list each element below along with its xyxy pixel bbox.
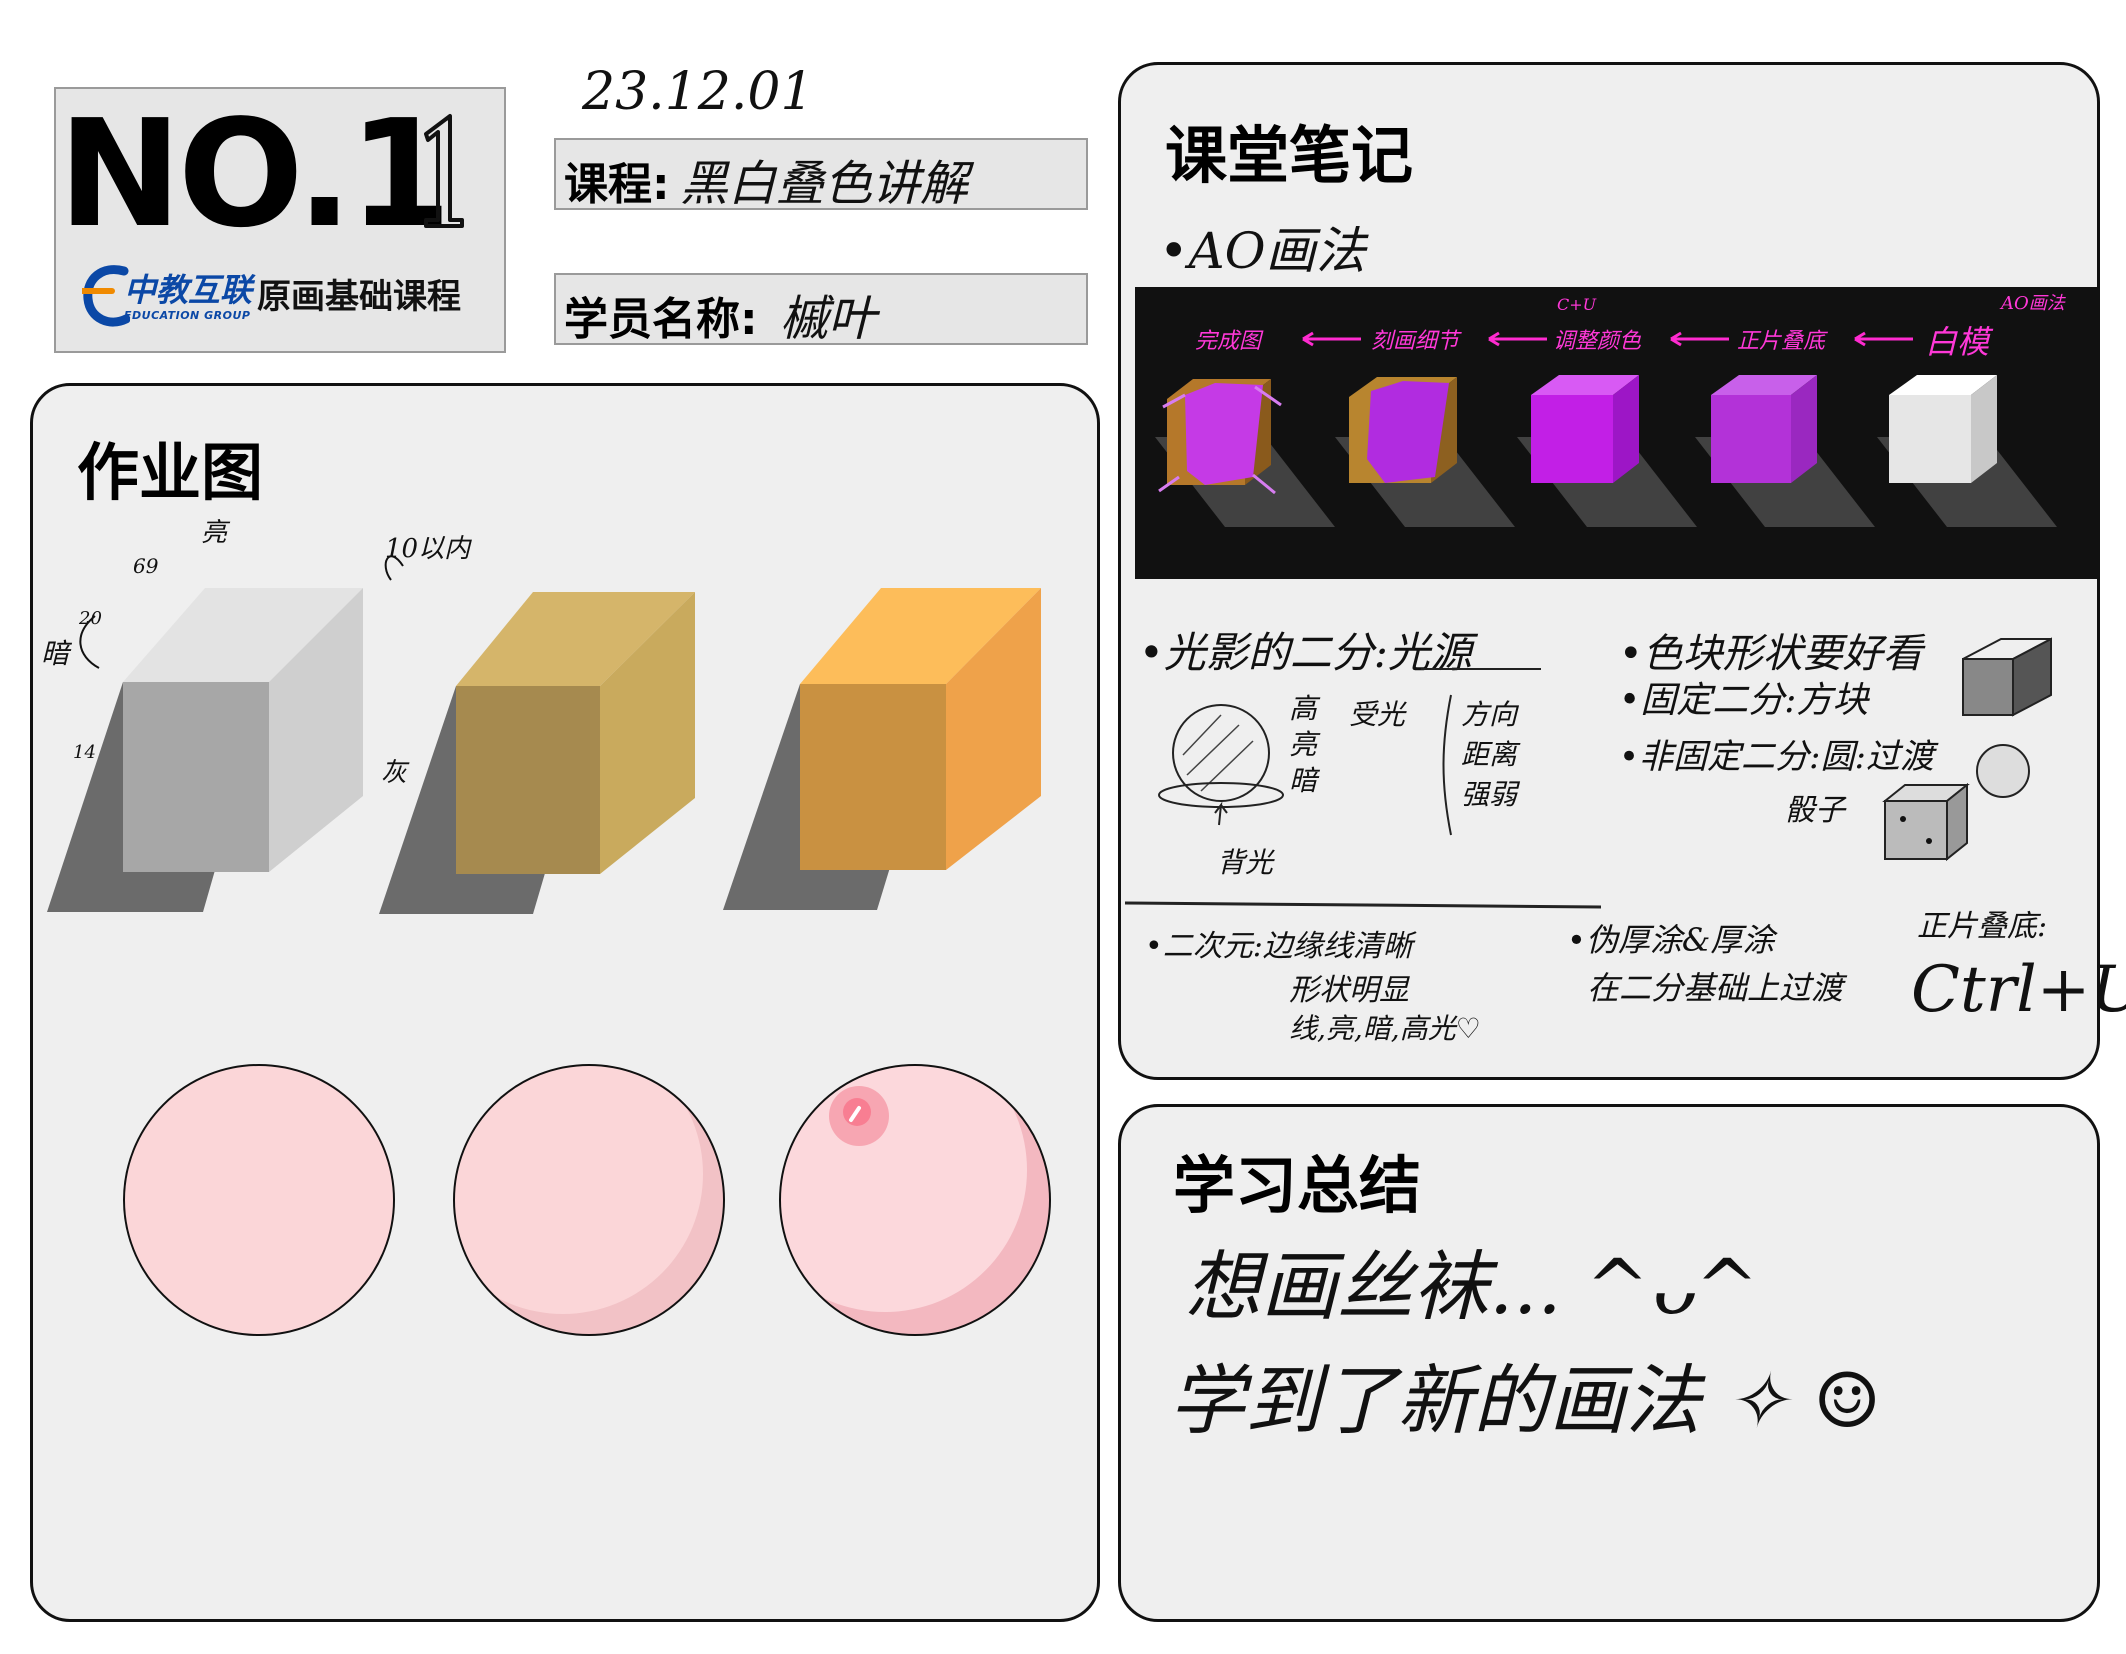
summary-line-2: 学到了新的画法 ✧ ☺	[1169, 1356, 1882, 1445]
brand-c-icon	[82, 265, 130, 327]
gray-annotation: 灰	[381, 758, 408, 788]
sphere-sketch	[1976, 744, 2030, 798]
student-name-label: 学员名称:	[564, 294, 758, 345]
student-name-field: 学员名称: 槭叶	[554, 273, 1088, 347]
handwritten-digit-one	[424, 114, 464, 228]
anime-note-line3: 线,亮,暗,高光♡	[1289, 1012, 1481, 1045]
homework-panel: 作业图 亮 69 10以内 20 暗 14 灰	[30, 383, 1100, 1622]
olive-box	[379, 592, 695, 914]
dark-value: 20	[79, 608, 102, 629]
brand-course-name: 原画基础课程	[257, 277, 461, 317]
multiply-label: 正片叠底:	[1917, 909, 2048, 944]
class-notes-panel: 课堂笔记 •AO画法 完成图 刻画细节 C+U 调整颜色 正片叠底 白模 AO画…	[1118, 62, 2126, 1080]
thick-paint-note-line1: •伪厚涂&厚涂	[1567, 921, 1775, 959]
anime-note-line2: 形状明显	[1289, 973, 1409, 1008]
anime-note-line1: •二次元:边缘线清晰	[1145, 929, 1413, 964]
orange-box	[723, 588, 1041, 910]
two-tone-sphere	[453, 1064, 725, 1336]
dice-sketch-icon	[1882, 782, 1970, 862]
shortcut-ctrl-u: Ctrl+U	[1911, 953, 2126, 1027]
brand-logo: 中教互联 EDUCATION GROUP 原画基础课程	[82, 257, 492, 335]
flat-sphere	[123, 1064, 395, 1336]
course-label: 课程:	[564, 159, 670, 210]
highlight-sphere	[779, 1064, 1051, 1336]
student-name-value: 槭叶	[780, 291, 877, 347]
lesson-number-label: NO.1	[58, 88, 452, 260]
brand-subtitle: EDUCATION GROUP	[124, 309, 251, 322]
homework-drawing	[47, 555, 1051, 1336]
summary-panel: 学习总结 想画丝袜... ^ᴗ^ 学到了新的画法 ✧ ☺	[1118, 1104, 2100, 1622]
course-field: 课程: 黑白叠色讲解	[554, 138, 1088, 212]
summary-title: 学习总结	[1173, 1149, 1422, 1222]
shadow-value: 14	[73, 742, 96, 763]
bright-value: 69	[133, 554, 159, 578]
date-label: 23.12.01	[582, 62, 814, 122]
summary-line-1: 想画丝袜... ^ᴗ^	[1185, 1242, 1759, 1331]
brand-name: 中教互联	[124, 271, 253, 309]
bright-annotation: 亮	[201, 518, 228, 548]
course-value: 黑白叠色讲解	[680, 156, 969, 212]
box-front	[123, 682, 269, 872]
thick-paint-note-line2: 在二分基础上过渡	[1587, 969, 1844, 1007]
range-annotation: 10以内	[385, 534, 471, 564]
dark-annotation: 暗	[41, 637, 70, 670]
hatched-cube-sketch	[1962, 637, 2052, 717]
